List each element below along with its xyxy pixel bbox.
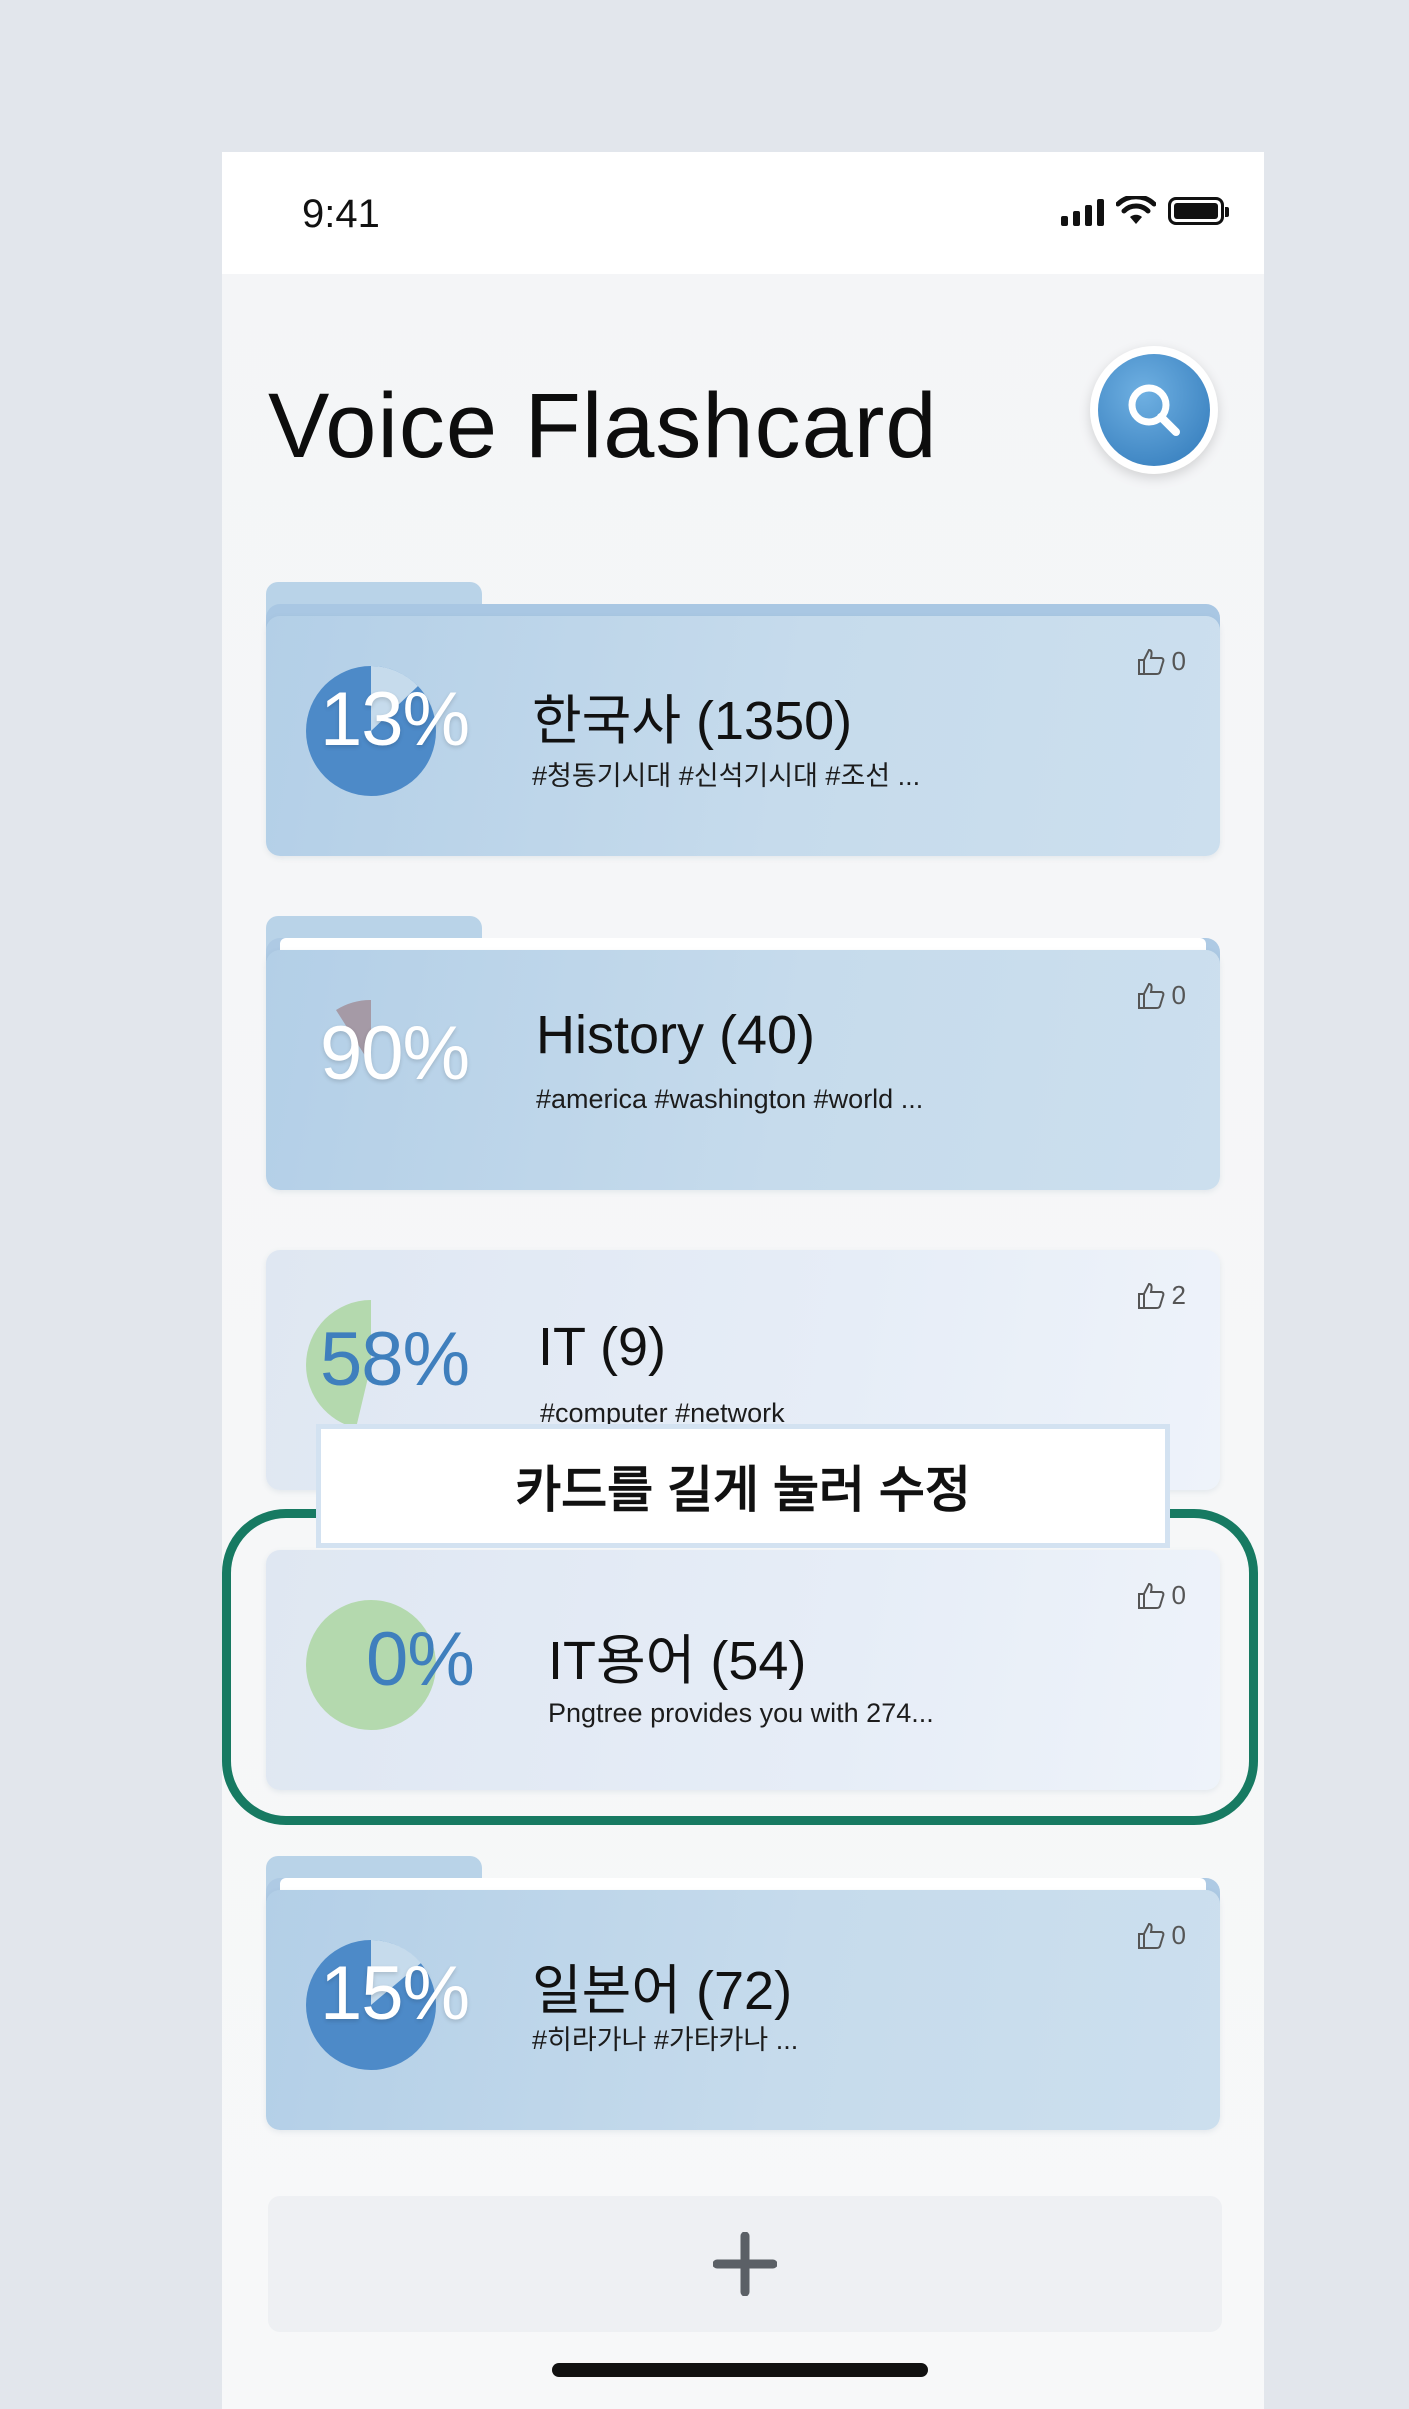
deck-card[interactable]: 15% 일본어 (72) #히라가나 #가타카나 ... 0: [266, 1856, 1220, 2136]
progress-percent: 58%: [320, 1317, 470, 1402]
battery-icon: [1168, 197, 1229, 225]
app-screen: 9:41 Voice Flashcard 13% 한국사 (1350) #청동기…: [222, 152, 1264, 2409]
status-bar: 9:41: [222, 152, 1264, 274]
like-button[interactable]: 0: [1136, 646, 1186, 677]
home-indicator[interactable]: [552, 2363, 928, 2377]
plus-icon: [713, 2232, 777, 2296]
selection-highlight: [222, 1509, 1258, 1825]
deck-tags: #히라가나 #가타카나 ...: [532, 2025, 799, 2055]
thumbs-up-icon: [1137, 982, 1164, 1009]
long-press-hint: 카드를 길게 눌러 수정: [316, 1424, 1170, 1548]
like-count: 2: [1171, 1280, 1186, 1310]
like-count: 0: [1171, 980, 1186, 1010]
thumbs-up-icon: [1137, 648, 1164, 675]
like-button[interactable]: 2: [1136, 1280, 1186, 1311]
deck-card[interactable]: 90% History (40) #america #washington #w…: [266, 916, 1220, 1196]
card-body: 13% 한국사 (1350) #청동기시대 #신석기시대 #조선 ... 0: [266, 616, 1220, 856]
cellular-signal-icon: [1061, 196, 1104, 226]
deck-tags: #america #washington #world ...: [536, 1084, 924, 1114]
page-title: Voice Flashcard: [268, 375, 938, 477]
status-icons: [1061, 196, 1229, 226]
like-count: 0: [1171, 646, 1186, 676]
thumbs-up-icon: [1137, 1922, 1164, 1949]
card-body: 90% History (40) #america #washington #w…: [266, 950, 1220, 1190]
add-deck-button[interactable]: [268, 2196, 1222, 2332]
deck-tags: #청동기시대 #신석기시대 #조선 ...: [532, 761, 921, 791]
deck-title: 한국사 (1350): [532, 691, 853, 751]
status-time: 9:41: [302, 192, 380, 236]
progress-percent: 90%: [320, 1011, 470, 1096]
progress-percent: 13%: [320, 677, 470, 762]
like-count: 0: [1171, 1920, 1186, 1950]
card-body: 15% 일본어 (72) #히라가나 #가타카나 ... 0: [266, 1890, 1220, 2130]
wifi-icon: [1116, 196, 1156, 224]
thumbs-up-icon: [1137, 1282, 1164, 1309]
like-button[interactable]: 0: [1136, 980, 1186, 1011]
deck-title: 일본어 (72): [532, 1961, 793, 2021]
search-button[interactable]: [1090, 346, 1218, 474]
search-icon: [1128, 384, 1180, 436]
deck-card[interactable]: 13% 한국사 (1350) #청동기시대 #신석기시대 #조선 ... 0: [266, 582, 1220, 862]
progress-percent: 15%: [320, 1951, 470, 2036]
like-button[interactable]: 0: [1136, 1920, 1186, 1951]
deck-title: History (40): [536, 1005, 816, 1065]
deck-title: IT (9): [538, 1317, 667, 1377]
